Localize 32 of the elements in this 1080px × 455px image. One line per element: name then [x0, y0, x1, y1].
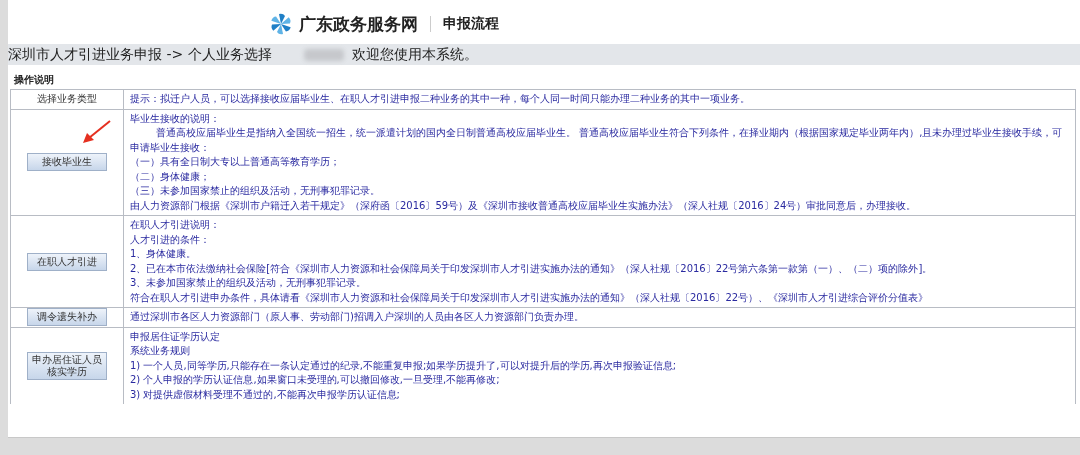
description-text: 1) 一个人员,同等学历,只能存在一条认定通过的纪录,不能重复申报;如果学历提升了,可以对提升后的学历,再次申报验证信息;: [130, 358, 678, 373]
section-label: 操作说明: [13, 73, 55, 87]
description-text: 系统业务规则: [130, 344, 191, 358]
description-text: 由人力资源部门根据《深圳市户籍迁入若干规定》（深府函〔2016〕59号）及《深圳市接收普通高校应届毕业生实施办法》（深人社规〔2016〕24号）审批同意后，办理接收。: [130, 198, 918, 213]
business-button[interactable]: 申办居住证人员核实学历: [27, 351, 107, 380]
site-name: 广东政务服务网: [299, 12, 418, 36]
business-button[interactable]: 在职人才引进: [27, 252, 107, 271]
business-button[interactable]: 接收毕业生: [27, 153, 107, 172]
breadcrumb: 深圳市人才引进业务申报 -> 个人业务选择: [8, 45, 272, 64]
description-text: 人才引进的条件：: [130, 232, 211, 247]
description-text: （一）具有全日制大专以上普通高等教育学历；: [130, 155, 341, 169]
description-text: 普通高校应届毕业生是指纳入全国统一招生，统一派遣计划的国内全日制普通高校应届毕业生。 普通高校应届毕业生符合下列条件，在择业期内（根据国家规定毕业两年内）,且未办理过毕业生接收手续，可申请毕业生接收：: [130, 126, 1064, 155]
logo-icon: [269, 12, 293, 36]
description-text: 在职人才引进说明：: [130, 218, 221, 232]
annotation-arrow-icon: [81, 119, 111, 144]
description-text: 申报居住证学历认定: [130, 329, 221, 344]
description-text: 3) 对提供虚假材料受理不通过的,不能再次申报学历认证信息;: [130, 387, 401, 402]
description-text: （二）身体健康；: [130, 169, 211, 184]
description-text: 符合在职人才引进申办条件，具体请看《深圳市人力资源和社会保障局关于印发深圳市人才引进实施办法的通知》（深人社规〔2016〕22号）、《深圳市人才引进综合评价分值表》: [130, 290, 930, 305]
description-text: 3、未参加国家禁止的组织及活动，无刑事犯罪记录。: [130, 276, 368, 290]
description-text: （三）未参加国家禁止的组织及活动，无刑事犯罪记录。: [130, 184, 381, 198]
description-text: 毕业生接收的说明：: [130, 111, 221, 126]
description-text: 2) 个人申报的学历认证信息,如果窗口未受理的,可以撤回修改,一旦受理,不能再修改;: [130, 373, 501, 387]
description-text: 通过深圳市各区人力资源部门（原人事、劳动部门)招调入户深圳的人员由各区人力资源部门负责办理。: [130, 310, 585, 324]
redacted-name: [303, 48, 344, 61]
description-text: 1、身体健康。: [130, 247, 198, 261]
section-title: 申报流程: [443, 15, 499, 33]
description-text: 提示：拟迁户人员，可以选择接收应届毕业生、在职人才引进申报二种业务的其中一种，每个人同一时间只能办理二种业务的其中一项业务。: [130, 92, 751, 106]
type-label: 选择业务类型: [37, 92, 97, 107]
welcome-text: 欢迎您使用本系统。: [351, 45, 478, 64]
business-button[interactable]: 调令遗失补办: [27, 308, 107, 327]
description-text: 2、已在本市依法缴纳社会保险[符合《深圳市人力资源和社会保障局关于印发深圳市人才引进实施办法的通知》（深人社规〔2016〕22号第六条第一款第（一）、（二）项的除外]。: [130, 261, 934, 276]
